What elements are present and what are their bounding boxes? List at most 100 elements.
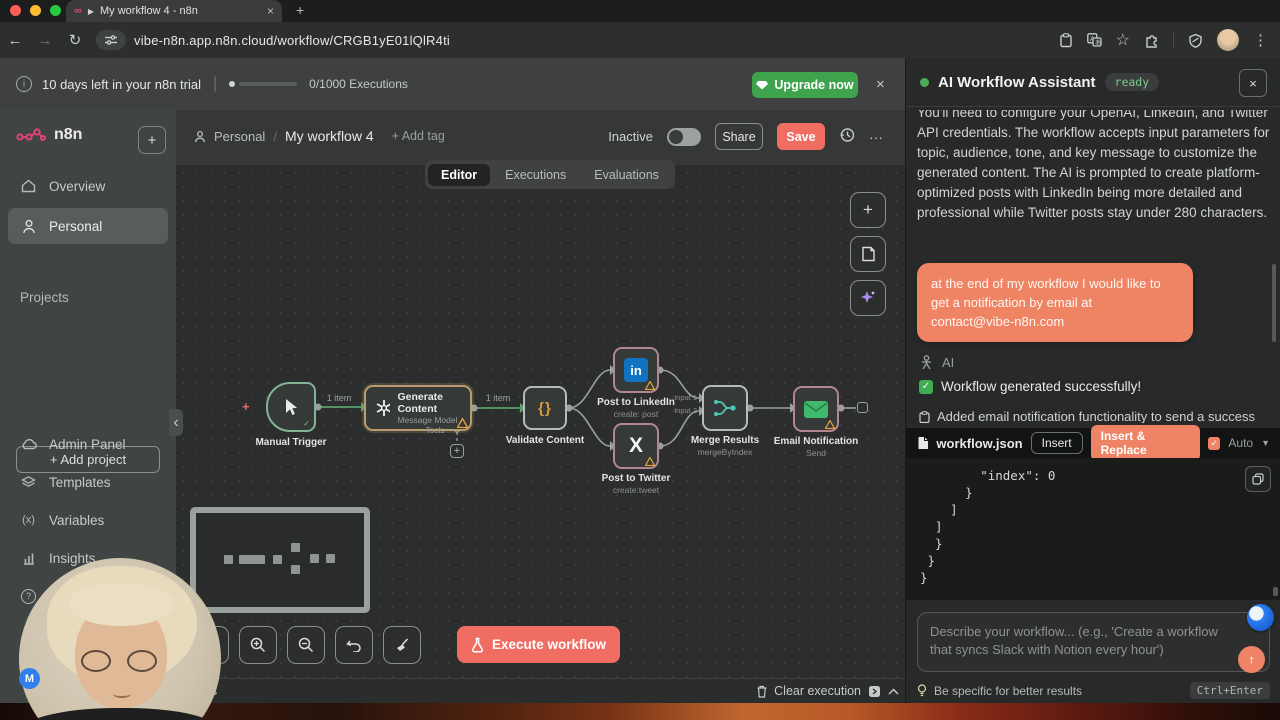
trigger-input-plus-icon[interactable]: + [242,399,250,414]
auto-checkbox[interactable]: ✓ [1208,437,1220,450]
copy-code-button[interactable] [1245,466,1271,492]
logs-bar[interactable]: Logs Clear execution [176,678,905,703]
add-tool-button[interactable]: + [450,444,464,458]
site-info-button[interactable] [96,30,126,50]
browser-tab[interactable]: ∞ ▶ My workflow 4 - n8n × [66,0,282,22]
send-button[interactable]: ↑ [1238,646,1265,673]
upgrade-now-button[interactable]: Upgrade now [752,72,858,98]
maximize-window-button[interactable] [50,5,61,16]
node-email-notification[interactable] [793,386,839,432]
node-validate-content[interactable]: {} [523,386,567,430]
success-check-icon: ✓ [303,419,310,428]
back-icon[interactable]: ← [0,32,30,49]
zoom-out-button[interactable] [287,626,325,664]
openai-icon [374,398,390,418]
toggle-knob [669,130,683,144]
expand-logs-chevron-icon[interactable] [888,688,899,695]
assistant-close-button[interactable]: × [1239,69,1267,97]
browser-menu-icon[interactable]: ⋮ [1253,31,1268,49]
zoom-in-button[interactable] [239,626,277,664]
translate-icon[interactable]: Aあ [1087,33,1102,47]
n8n-logo-icon [16,127,46,143]
clear-execution-button[interactable]: Clear execution [756,684,861,698]
insert-replace-button[interactable]: Insert & Replace [1091,425,1200,461]
tab-evaluations[interactable]: Evaluations [581,164,672,186]
open-logs-panel-icon[interactable] [868,685,881,698]
ai-assistant-button[interactable] [850,280,886,316]
sidebar-item-admin-panel[interactable]: Admin Panel [0,430,176,458]
active-toggle[interactable] [667,128,701,146]
chat-input[interactable]: Describe your workflow... (e.g., 'Create… [917,612,1270,672]
tab-executions[interactable]: Executions [492,164,579,186]
sidebar-item-variables[interactable]: (x) Variables [0,506,176,534]
undo-button[interactable] [335,626,373,664]
reload-icon[interactable]: ↻ [60,31,90,49]
share-button[interactable]: Share [715,123,763,150]
close-window-button[interactable] [10,5,21,16]
banner-divider: | [213,75,217,93]
forward-icon[interactable]: → [30,32,60,49]
banner-close-icon[interactable]: × [876,76,885,93]
node-sublabel: Send [756,448,876,458]
workflow-history-icon[interactable] [839,127,855,146]
canvas-minimap[interactable] [190,507,370,613]
sidebar-item-overview[interactable]: Overview [0,172,176,200]
tidy-up-button[interactable] [383,626,421,664]
shield-extension-icon[interactable] [1188,33,1203,48]
code-panel-header: workflow.json Insert Insert & Replace ✓ … [906,428,1280,458]
add-node-button[interactable]: + [850,192,886,228]
success-check-icon: ✓ [919,380,933,394]
sidebar-collapse-button[interactable]: ‹ [169,409,183,436]
window-controls[interactable] [10,5,61,16]
trial-banner: i 10 days left in your n8n trial | 0/100… [0,58,905,110]
envelope-icon [803,400,829,419]
workflow-title[interactable]: My workflow 4 [285,128,374,144]
extensions-puzzle-icon[interactable] [1144,33,1159,48]
new-workflow-button[interactable]: + [138,126,166,154]
warning-triangle-icon [645,381,655,390]
auto-label: Auto [1228,436,1253,450]
ai-label: AI [942,355,954,370]
tab-editor[interactable]: Editor [428,164,490,186]
variables-icon: (x) [20,514,37,526]
close-tab-icon[interactable]: × [267,4,274,18]
glasses-icon [81,650,111,672]
sidebar-item-personal[interactable]: Personal [8,208,168,244]
code-viewer[interactable]: "index": 0 } ] ] } } } [906,458,1280,600]
node-manual-trigger[interactable]: ✓ [266,382,316,432]
person-icon [194,130,206,143]
add-sticky-note-button[interactable] [850,236,886,272]
breadcrumb-project[interactable]: Personal [214,129,265,144]
workflow-canvas[interactable]: Personal / My workflow 4 + Add tag Inact… [176,110,905,703]
node-post-to-twitter[interactable]: X [613,423,659,469]
n8n-logo[interactable]: n8n [16,126,82,144]
code-scrollbar[interactable] [1273,587,1278,596]
ready-badge: ready [1105,73,1160,91]
extension-badge-icon[interactable] [1247,604,1274,631]
add-tag-button[interactable]: + Add tag [392,129,445,143]
assistant-scrollbar[interactable] [1272,264,1276,342]
editor-tabs: Editor Executions Evaluations [425,160,675,189]
chevron-down-icon[interactable]: ▼ [1261,438,1270,448]
node-generate-content[interactable]: Generate Content Message Model [364,385,472,431]
more-options-icon[interactable]: ··· [869,129,883,145]
bookmark-star-icon[interactable]: ☆ [1116,30,1130,50]
brand-name: n8n [54,126,82,144]
new-tab-button[interactable]: + [296,2,304,18]
node-label: Email Notification [756,436,876,447]
execute-workflow-button[interactable]: Execute workflow [457,626,620,663]
url-field[interactable]: vibe-n8n.app.n8n.cloud/workflow/CRGB1yE0… [134,33,1059,48]
sidebar-item-templates[interactable]: Templates [0,468,176,496]
node-post-to-linkedin[interactable]: in [613,347,659,393]
projects-section-label: Projects [20,290,69,305]
save-button[interactable]: Save [777,123,825,150]
clipboard-icon[interactable] [1059,33,1073,48]
insert-button[interactable]: Insert [1031,432,1083,454]
minimize-window-button[interactable] [30,5,41,16]
node-merge-results[interactable] [702,385,748,431]
browser-profile-avatar[interactable] [1217,29,1239,51]
x-twitter-icon: X [629,434,643,458]
lightbulb-icon [917,684,927,697]
code-braces-icon: {} [538,400,552,417]
sidebar-item-label: Variables [49,513,104,528]
